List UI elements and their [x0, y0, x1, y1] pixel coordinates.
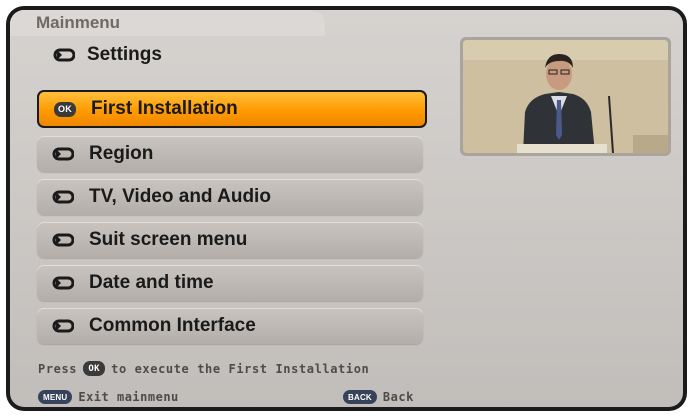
arrow-icon [53, 48, 75, 62]
back-key-icon: BACK [343, 390, 377, 404]
help-suffix: to execute the First Installation [111, 361, 370, 376]
exit-hint[interactable]: MENU Exit mainmenu [38, 390, 179, 404]
menu-item-label: Suit screen menu [89, 229, 248, 250]
page-title: Mainmenu [36, 13, 121, 32]
menu-item-suit-screen-menu[interactable]: Suit screen menu [37, 222, 423, 258]
menu-item-region[interactable]: Region [37, 136, 423, 172]
menu-item-label: Date and time [89, 272, 214, 293]
back-hint[interactable]: BACK Back [343, 390, 414, 404]
menu-item-label: Region [89, 143, 154, 164]
menu-item-date-time[interactable]: Date and time [37, 265, 423, 301]
arrow-icon [52, 190, 74, 204]
help-text: Press OK to execute the First Installati… [38, 361, 369, 376]
back-label: Back [382, 390, 414, 404]
menu-item-label: First Installation [91, 98, 238, 119]
menu-item-common-interface[interactable]: Common Interface [37, 308, 423, 344]
video-preview [460, 37, 671, 156]
help-prefix: Press [38, 361, 78, 376]
menu-item-label: TV, Video and Audio [89, 186, 271, 207]
menu-key-icon: MENU [38, 390, 73, 404]
ok-icon: OK [54, 101, 76, 117]
ok-key-icon: OK [83, 361, 106, 376]
section-heading-label: Settings [87, 44, 162, 65]
arrow-icon [52, 319, 74, 333]
arrow-icon [52, 276, 74, 290]
menu-item-tv-video-audio[interactable]: TV, Video and Audio [37, 179, 423, 215]
video-preview-image [463, 40, 668, 153]
arrow-icon [52, 233, 74, 247]
menu-item-label: Common Interface [89, 315, 256, 336]
menu-item-first-installation[interactable]: OK First Installation [37, 90, 427, 128]
arrow-icon [52, 147, 74, 161]
section-heading: Settings [53, 44, 162, 66]
exit-label: Exit mainmenu [78, 390, 179, 404]
